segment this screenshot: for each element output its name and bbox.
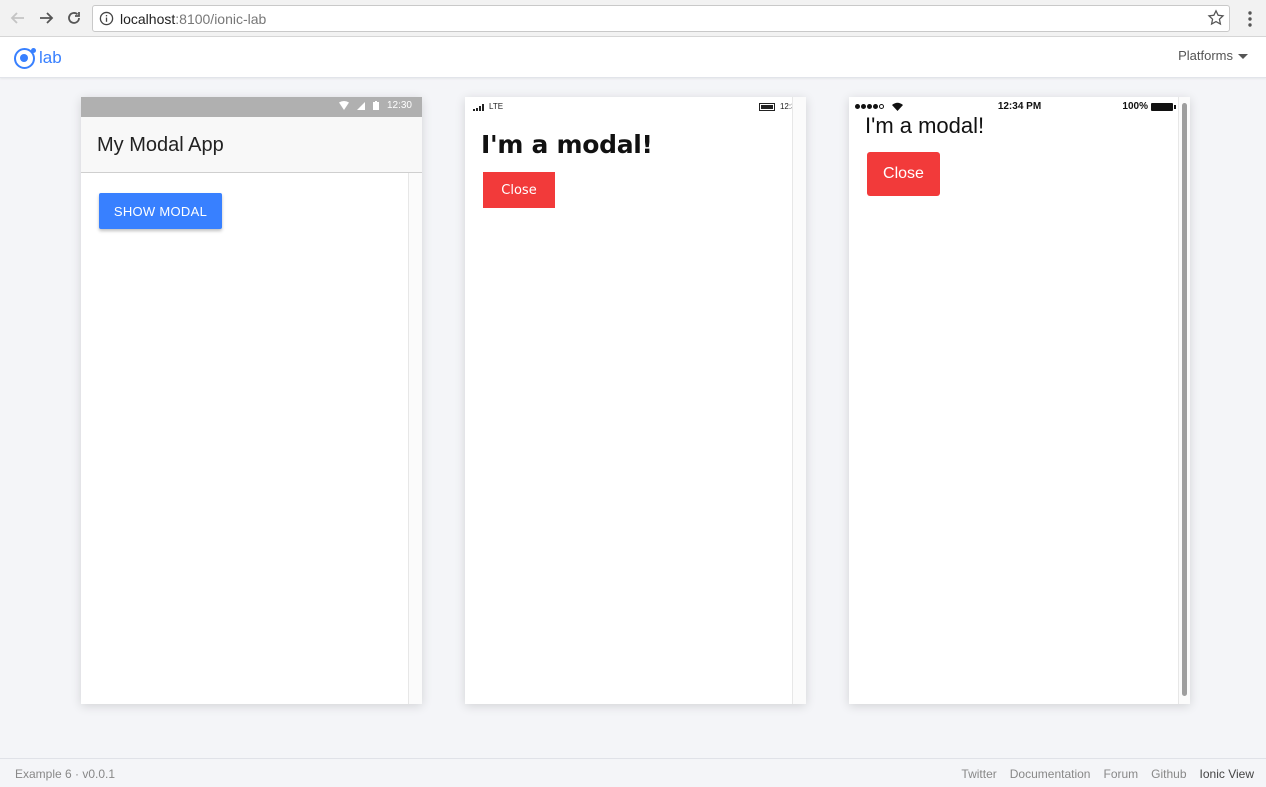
lab-header: lab Platforms	[0, 37, 1266, 78]
android-clock: 12:30	[386, 100, 412, 111]
modal-heading: I'm a modal!	[481, 130, 653, 159]
lab-footer: Example 6 · v0.0.1 Twitter Documentation…	[0, 758, 1266, 787]
url-text[interactable]: localhost:8100/ionic-lab	[120, 11, 266, 27]
forward-button[interactable]	[36, 8, 56, 28]
android-toolbar: My Modal App	[81, 117, 422, 173]
ionic-view-link[interactable]: Ionic View	[1200, 767, 1254, 781]
scrollbar-thumb[interactable]	[1182, 103, 1187, 696]
ionic-logo-icon	[14, 47, 36, 69]
version-label: Example 6 · v0.0.1	[15, 767, 116, 781]
bookmark-star-icon[interactable]	[1207, 9, 1225, 27]
android-status-bar: 12:30	[81, 97, 422, 117]
documentation-link[interactable]: Documentation	[1010, 767, 1091, 781]
lab-logo[interactable]: lab	[14, 47, 62, 69]
forum-link[interactable]: Forum	[1103, 767, 1138, 781]
page-title: My Modal App	[97, 134, 224, 156]
address-bar[interactable]: localhost:8100/ionic-lab	[92, 5, 1230, 32]
signal-bars-icon	[473, 104, 484, 111]
browser-menu-icon[interactable]	[1244, 9, 1256, 29]
url-path: :8100/ionic-lab	[175, 11, 267, 27]
signal-icon	[356, 101, 365, 110]
windows-status-bar: LTE 12:34	[465, 97, 806, 117]
browser-toolbar: localhost:8100/ionic-lab	[0, 0, 1266, 37]
footer-links: Twitter Documentation Forum Github Ionic…	[961, 767, 1254, 781]
ios-scrollbar[interactable]	[1178, 97, 1190, 704]
close-button[interactable]: Close	[867, 152, 940, 196]
windows-device-frame: LTE 12:34 I'm a modal! Close	[465, 97, 806, 704]
modal-heading: I'm a modal!	[865, 113, 985, 138]
reload-icon	[68, 12, 80, 24]
network-label: LTE	[489, 102, 504, 111]
windows-scrollbar[interactable]	[792, 97, 806, 704]
ios-device-frame: 12:34 PM 100% I'm a modal! Close	[849, 97, 1190, 704]
back-button[interactable]	[8, 8, 28, 28]
wifi-icon	[338, 101, 349, 110]
battery-icon	[758, 102, 775, 111]
lab-logo-text: lab	[39, 48, 62, 67]
android-scrollbar[interactable]	[408, 173, 422, 704]
android-content	[81, 173, 408, 704]
platforms-label: Platforms	[1178, 48, 1233, 63]
chevron-down-icon	[1238, 54, 1248, 59]
info-icon[interactable]	[99, 11, 114, 26]
github-link[interactable]: Github	[1151, 767, 1186, 781]
platforms-dropdown[interactable]: Platforms	[1178, 48, 1248, 63]
battery-percent: 100%	[1122, 101, 1148, 112]
reload-button[interactable]	[64, 8, 84, 28]
close-button[interactable]: Close	[483, 172, 555, 208]
forward-arrow-icon	[40, 12, 54, 24]
back-arrow-icon	[10, 12, 24, 24]
show-modal-button[interactable]: SHOW MODAL	[99, 193, 222, 229]
url-host: localhost	[120, 11, 176, 27]
battery-icon	[372, 101, 379, 110]
twitter-link[interactable]: Twitter	[961, 767, 996, 781]
battery-icon	[1151, 102, 1176, 111]
android-device-frame: 12:30 My Modal App SHOW MODAL	[81, 97, 422, 704]
